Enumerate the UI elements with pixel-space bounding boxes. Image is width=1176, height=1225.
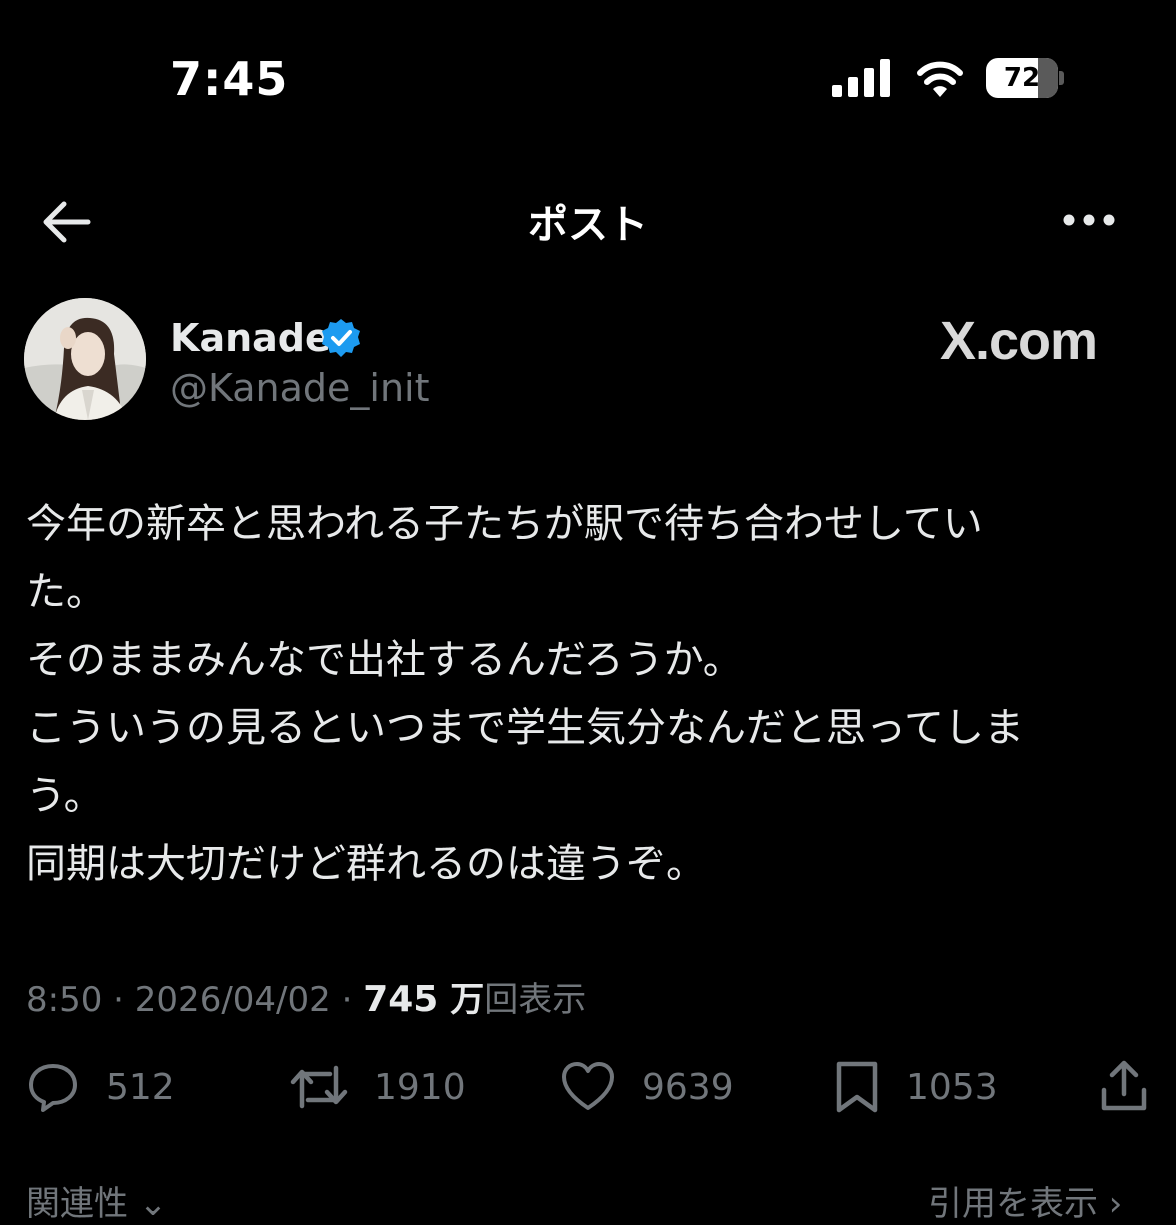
more-button[interactable]: [1058, 198, 1120, 242]
repost-button[interactable]: 1910: [290, 1056, 466, 1118]
watermark: X.com: [940, 311, 1098, 371]
heart-icon: [562, 1062, 614, 1110]
post-date: 2026/04/02: [134, 980, 331, 1020]
reply-count: 512: [106, 1066, 175, 1108]
sort-relevance-button[interactable]: 関連性 ⌄: [26, 1176, 167, 1225]
bookmark-button[interactable]: 1053: [834, 1056, 998, 1118]
author-name[interactable]: Kanade: [170, 316, 331, 360]
post-meta: 8:50 · 2026/04/02 · 745 万回表示: [26, 972, 586, 1021]
post-text: 今年の新卒と思われる子たちが駅で待ち合わせしてい た。 そのままみんなで出社する…: [26, 501, 1024, 887]
status-icons: 72: [832, 58, 1064, 98]
share-icon: [1101, 1060, 1147, 1111]
reply-button[interactable]: 512: [26, 1056, 175, 1118]
bookmark-icon: [836, 1061, 878, 1113]
wifi-icon: [917, 61, 963, 97]
like-count: 9639: [642, 1066, 734, 1108]
meta-separator: ·: [341, 980, 353, 1020]
share-button[interactable]: [1096, 1058, 1152, 1114]
bookmark-count: 1053: [906, 1066, 998, 1108]
post-time: 8:50: [26, 980, 103, 1020]
verified-badge-icon: [321, 318, 361, 358]
view-quotes-button[interactable]: 引用を表示 ›: [928, 1176, 1122, 1225]
page-title: ポスト: [528, 202, 648, 248]
battery-icon: 72: [986, 58, 1064, 98]
repost-icon: [290, 1065, 348, 1109]
views-unit: 万: [450, 980, 485, 1020]
meta-separator: ·: [113, 980, 124, 1020]
status-time: 7:45: [170, 52, 289, 106]
cellular-signal-icon: [832, 59, 890, 97]
avatar[interactable]: [24, 298, 146, 420]
repost-count: 1910: [374, 1066, 466, 1108]
battery-level: 72: [1003, 63, 1041, 93]
like-button[interactable]: 9639: [560, 1056, 734, 1118]
reply-icon: [29, 1064, 77, 1112]
more-horizontal-icon: [1063, 214, 1115, 226]
author-handle[interactable]: @Kanade_init: [170, 366, 430, 410]
views-label: 回表示: [484, 980, 587, 1020]
views-number: 745: [363, 979, 439, 1020]
